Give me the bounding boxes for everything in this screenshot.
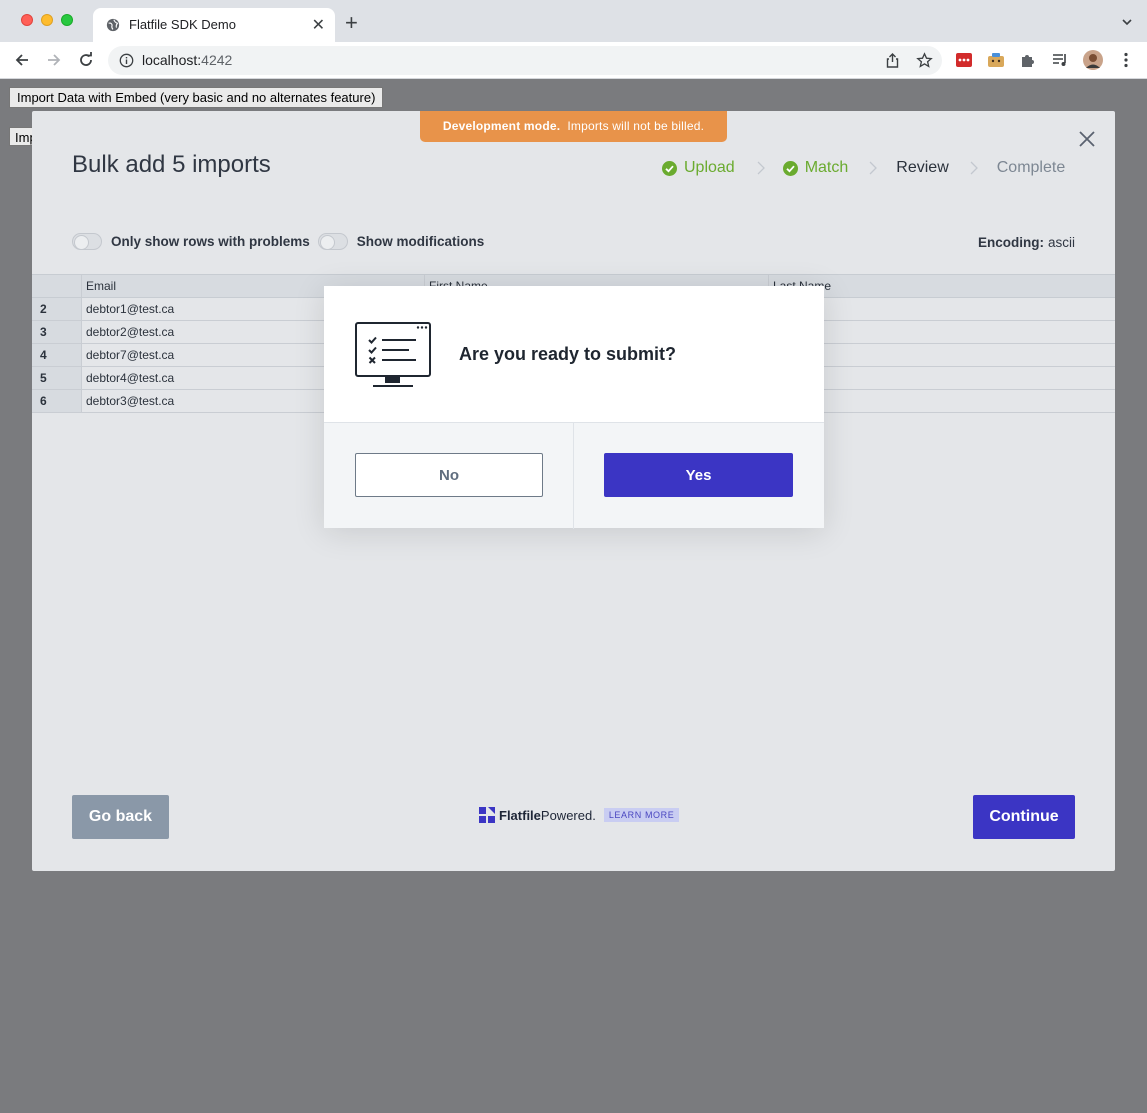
close-window-button[interactable] — [21, 14, 33, 26]
check-circle-icon — [662, 160, 677, 176]
new-tab-icon[interactable]: + — [345, 12, 358, 34]
checklist-monitor-icon — [355, 322, 431, 387]
problems-toggle-label: Only show rows with problems — [111, 234, 310, 249]
back-arrow-icon[interactable] — [13, 51, 31, 69]
go-back-button[interactable]: Go back — [72, 795, 169, 839]
browser-menu-icon[interactable] — [1117, 51, 1135, 69]
problems-toggle[interactable] — [72, 233, 102, 250]
chevron-right-icon — [970, 161, 978, 175]
puzzle-extensions-icon[interactable] — [1019, 51, 1037, 69]
bookmark-star-icon[interactable] — [916, 52, 933, 69]
chevron-right-icon — [757, 161, 765, 175]
yes-button[interactable]: Yes — [604, 453, 793, 497]
powered-text: Powered. — [540, 807, 596, 823]
check-circle-icon — [782, 160, 798, 176]
browser-tab[interactable]: Flatfile SDK Demo ✕ — [93, 8, 335, 42]
import-embed-button[interactable]: Import Data with Embed (very basic and n… — [9, 87, 384, 108]
flatfile-powered-badge: Flatfile Powered. LEARN MORE — [479, 805, 680, 825]
tab-close-icon[interactable]: ✕ — [312, 15, 325, 35]
dialog-question: Are you ready to submit? — [459, 344, 677, 364]
step-complete: Complete — [996, 159, 1066, 176]
row-index: 6 — [32, 390, 82, 412]
step-upload: Upload — [662, 159, 735, 177]
encoding-indicator: Encoding: ascii — [977, 235, 1075, 250]
step-review: Review — [896, 159, 949, 176]
close-icon[interactable] — [1078, 130, 1096, 148]
browser-toolbar: localhost:4242 — [0, 42, 1147, 79]
browser-chrome: Flatfile SDK Demo ✕ + localhost:4242 — [0, 0, 1147, 79]
powered-brand: Flatfile — [499, 807, 541, 823]
row-index: 3 — [32, 321, 82, 343]
media-playlist-icon[interactable] — [1051, 51, 1069, 69]
forward-arrow-icon[interactable] — [45, 51, 63, 69]
dialog-actions: No Yes — [324, 422, 824, 529]
address-bar[interactable]: localhost:4242 — [108, 46, 942, 75]
info-icon[interactable] — [119, 53, 134, 68]
share-icon[interactable] — [884, 52, 901, 69]
step-progress: Upload Match Review Complete — [662, 158, 1065, 178]
development-mode-banner: Development mode. Imports will not be bi… — [420, 111, 727, 142]
chevron-down-icon[interactable] — [1121, 16, 1133, 28]
minimize-window-button[interactable] — [41, 14, 53, 26]
import-button[interactable]: Imp — [9, 127, 33, 146]
grid-corner-cell — [32, 275, 82, 297]
row-index: 4 — [32, 344, 82, 366]
flatfile-logo-icon — [479, 807, 495, 823]
encoding-value: ascii — [1047, 235, 1075, 250]
reload-icon[interactable] — [77, 51, 95, 69]
modifications-toggle-label: Show modifications — [356, 234, 485, 249]
importer-title: Bulk add 5 imports — [72, 151, 271, 178]
modifications-toggle[interactable] — [317, 233, 348, 250]
learn-more-link[interactable]: LEARN MORE — [603, 808, 680, 822]
chevron-right-icon — [869, 161, 878, 175]
dialog-divider — [573, 423, 574, 529]
password-manager-extension-icon[interactable] — [955, 51, 973, 69]
step-match: Match — [782, 159, 848, 177]
profile-avatar-icon[interactable] — [1083, 50, 1103, 70]
row-index: 2 — [32, 298, 82, 320]
submit-confirmation-dialog: Are you ready to submit? No Yes — [324, 286, 824, 529]
url-text: localhost:4242 — [142, 52, 233, 68]
tab-title: Flatfile SDK Demo — [129, 17, 236, 32]
no-button[interactable]: No — [355, 453, 543, 497]
row-index: 5 — [32, 367, 82, 389]
continue-button[interactable]: Continue — [973, 795, 1075, 839]
maximize-window-button[interactable] — [61, 14, 73, 26]
toolbox-extension-icon[interactable] — [987, 51, 1005, 69]
filter-toggles: Only show rows with problems Show modifi… — [72, 233, 492, 250]
globe-icon — [106, 18, 120, 32]
